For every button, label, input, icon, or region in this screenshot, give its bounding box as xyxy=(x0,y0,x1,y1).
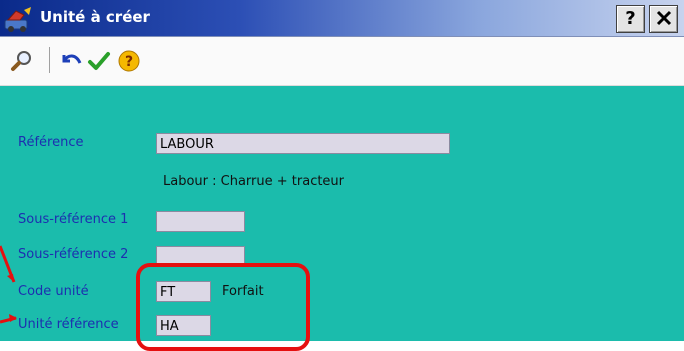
search-icon xyxy=(11,51,31,71)
help-icon: ? xyxy=(625,8,636,29)
help-icon: ? xyxy=(118,50,140,72)
arrow-unite-reference-head xyxy=(9,314,17,322)
annotation-highlight-box xyxy=(136,263,310,351)
sous-reference-2-label: Sous-référence 2 xyxy=(18,247,129,262)
reference-label: Référence xyxy=(18,135,84,150)
close-icon xyxy=(656,10,671,26)
validate-tool-button[interactable] xyxy=(87,49,111,73)
svg-text:?: ? xyxy=(125,54,133,70)
undo-icon xyxy=(62,54,82,64)
window-title: Unité à créer xyxy=(40,8,150,26)
check-icon xyxy=(88,52,110,70)
toolbar-separator xyxy=(49,47,50,73)
app-icon xyxy=(4,6,32,32)
help-button[interactable]: ? xyxy=(616,5,645,33)
reference-description: Labour : Charrue + tracteur xyxy=(163,174,345,189)
sous-reference-1-label: Sous-référence 1 xyxy=(18,212,129,227)
reference-field[interactable]: LABOUR xyxy=(156,133,450,154)
arrow-code-unite-head xyxy=(7,274,14,282)
title-bar: Unité à créer ? xyxy=(0,0,684,37)
annotation-arrows xyxy=(0,245,17,324)
search-tool-button[interactable] xyxy=(10,49,34,73)
close-button[interactable] xyxy=(649,5,678,33)
unite-reference-label: Unité référence xyxy=(18,317,119,332)
undo-tool-button[interactable] xyxy=(60,49,84,73)
sous-reference-1-field[interactable] xyxy=(156,211,245,232)
help-tool-button[interactable]: ? xyxy=(117,49,141,73)
toolbar: ? xyxy=(0,37,684,86)
